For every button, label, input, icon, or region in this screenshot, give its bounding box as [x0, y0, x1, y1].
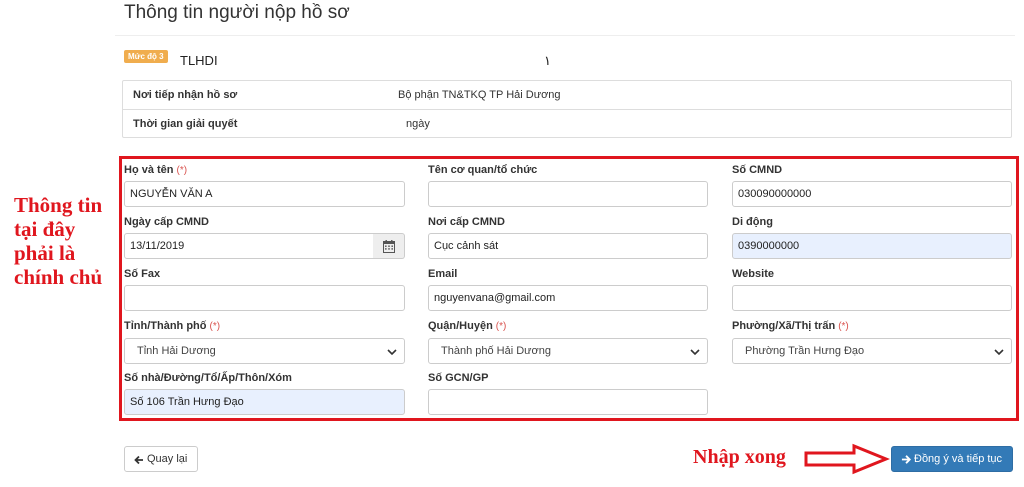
id-issue-date-input[interactable]: 13/11/2019: [124, 233, 374, 259]
mobile-input[interactable]: 0390000000: [732, 233, 1012, 259]
chevron-down-icon: [994, 349, 1004, 356]
procedure-info-table: Nơi tiếp nhận hồ sơ Bộ phận TN&TKQ TP Hả…: [122, 80, 1012, 138]
province-select[interactable]: Tỉnh Hải Dương: [124, 338, 405, 364]
ward-label: Phường/Xã/Thị trấn (*): [732, 320, 849, 332]
ward-select[interactable]: Phường Trần Hưng Đạo: [732, 338, 1012, 364]
level-badge: Mức độ 3: [124, 50, 168, 63]
chevron-down-icon: [387, 349, 397, 356]
page-title: Thông tin người nộp hồ sơ: [124, 2, 350, 23]
title-divider: [115, 35, 1015, 36]
id-issue-place-label: Nơi cấp CMND: [428, 216, 505, 228]
id-issue-place-input[interactable]: Cục cảnh sát: [428, 233, 708, 259]
label-text: Tỉnh/Thành phố: [124, 320, 207, 332]
info-value: Bộ phận TN&TKQ TP Hải Dương: [398, 89, 561, 101]
annotation-line: chính chủ: [14, 265, 103, 289]
procedure-name: ١: [544, 53, 551, 68]
email-input[interactable]: nguyenvana@gmail.com: [428, 285, 708, 311]
annotation-line: phải là: [14, 241, 76, 265]
agree-continue-button[interactable]: Đồng ý và tiếp tục: [891, 446, 1013, 472]
fax-label: Số Fax: [124, 268, 161, 280]
info-label: Nơi tiếp nhận hồ sơ: [133, 89, 238, 101]
arrow-left-icon: [134, 455, 143, 465]
district-label: Quận/Huyện (*): [428, 320, 506, 332]
arrow-right-circle-icon: [901, 455, 912, 464]
id-number-input[interactable]: 030090000000: [732, 181, 1012, 207]
id-issue-date-label: Ngày cấp CMND: [124, 216, 209, 228]
id-number-label: Số CMND: [732, 164, 783, 176]
date-picker-button[interactable]: [373, 233, 405, 259]
submit-button-label: Đồng ý và tiếp tục: [914, 453, 1003, 465]
info-row-processing-time: Thời gian giải quyết ngày: [123, 110, 1011, 139]
owner-info-annotation: Thông tin tại đây phải là chính chủ: [14, 193, 114, 289]
required-mark: (*): [838, 321, 849, 332]
label-text: Quận/Huyện: [428, 320, 493, 332]
license-number-input[interactable]: [428, 389, 708, 415]
license-number-label: Số GCN/GP: [428, 372, 489, 384]
organization-input[interactable]: [428, 181, 708, 207]
website-label: Website: [732, 268, 774, 280]
required-mark: (*): [209, 321, 221, 332]
back-button-label: Quay lại: [147, 453, 188, 465]
info-row-receiving-office: Nơi tiếp nhận hồ sơ Bộ phận TN&TKQ TP Hả…: [123, 81, 1011, 110]
info-label: Thời gian giải quyết: [133, 118, 238, 130]
province-label: Tỉnh/Thành phố (*): [124, 320, 220, 332]
annotation-line: tại đây: [14, 217, 76, 241]
label-text: Họ và tên: [124, 164, 174, 176]
info-value: ngày: [406, 118, 430, 130]
required-mark: (*): [176, 165, 188, 176]
fax-input[interactable]: [124, 285, 405, 311]
procedure-code: TLHDI: [180, 53, 218, 68]
website-input[interactable]: [732, 285, 1012, 311]
district-select[interactable]: Thành phố Hải Dương: [428, 338, 708, 364]
address-input[interactable]: Số 106 Trần Hưng Đạo: [124, 389, 405, 415]
pointer-arrow-icon: [804, 443, 890, 475]
email-label: Email: [428, 268, 458, 280]
required-mark: (*): [495, 321, 507, 332]
mobile-label: Di động: [732, 216, 773, 228]
back-button[interactable]: Quay lại: [124, 446, 198, 472]
selected-option: Tỉnh Hải Dương: [137, 345, 216, 357]
selected-option: Thành phố Hải Dương: [441, 345, 551, 357]
selected-option: Phường Trần Hưng Đạo: [745, 345, 865, 357]
full-name-input[interactable]: NGUYỄN VĂN A: [124, 181, 405, 207]
chevron-down-icon: [690, 349, 700, 356]
calendar-icon: [383, 240, 395, 253]
label-text: Phường/Xã/Thị trấn: [732, 320, 836, 332]
organization-label: Tên cơ quan/tổ chức: [428, 164, 538, 176]
annotation-line: Thông tin: [14, 193, 103, 217]
full-name-label: Họ và tên (*): [124, 164, 187, 176]
done-annotation: Nhập xong: [693, 446, 786, 468]
address-label: Số nhà/Đường/Tổ/Ấp/Thôn/Xóm: [124, 372, 292, 384]
